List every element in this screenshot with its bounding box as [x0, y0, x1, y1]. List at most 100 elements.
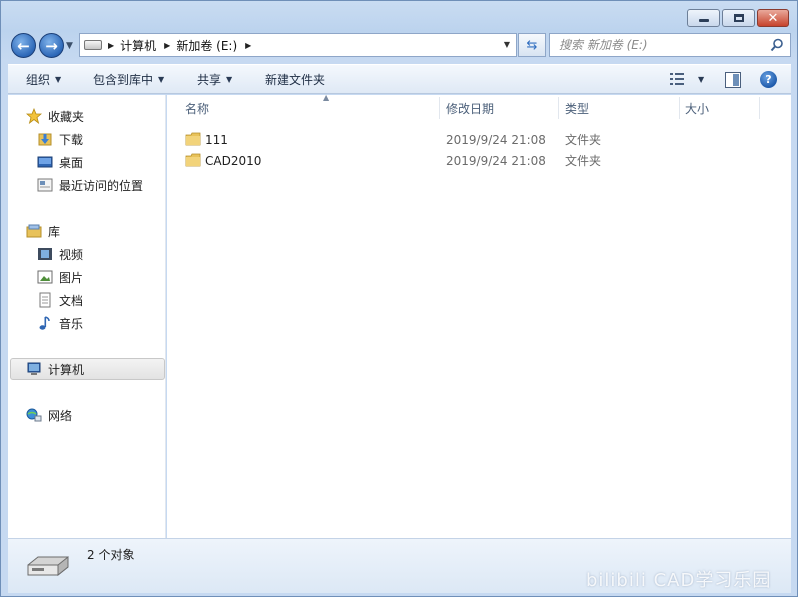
share-label: 共享 [197, 72, 222, 87]
sidebar-item-music[interactable]: 音乐 [8, 312, 166, 334]
navigation-row: ← → ▼ ▶ 计算机 ▶ 新加卷 (E:) ▶ ▼ ⇆ [9, 31, 791, 59]
search-input[interactable] [559, 38, 759, 52]
change-view-button[interactable]: ▼ [670, 73, 704, 85]
music-icon [37, 315, 53, 331]
recent-pages-dropdown[interactable]: ▼ [66, 41, 73, 51]
sidebar-libraries[interactable]: 库 [8, 220, 166, 242]
file-type: 文件夹 [565, 154, 602, 168]
view-details-icon [670, 73, 684, 85]
address-history-dropdown[interactable]: ▼ [504, 40, 510, 49]
file-name: CAD2010 [205, 153, 262, 168]
sidebar-network-label: 网络 [48, 408, 73, 423]
sidebar-item-label: 视频 [59, 247, 84, 262]
preview-pane-icon [725, 72, 741, 88]
close-button[interactable]: ✕ [757, 9, 789, 27]
chevron-down-icon: ▼ [55, 74, 62, 84]
search-icon[interactable] [770, 38, 784, 52]
sidebar-item-label: 下载 [59, 132, 84, 147]
breadcrumb-drive[interactable]: 新加卷 (E:) [176, 37, 237, 54]
recent-places-icon [37, 177, 53, 193]
maximize-button[interactable] [722, 9, 755, 27]
command-bar: 组织 ▼ 包含到库中 ▼ 共享 ▼ 新建文件夹 ▼ ? [8, 64, 791, 94]
file-date: 2019/9/24 21:08 [446, 132, 546, 147]
sidebar-item-label: 文档 [59, 293, 84, 308]
sidebar-item-recent-places[interactable]: 最近访问的位置 [8, 174, 166, 196]
organize-label: 组织 [26, 72, 51, 87]
column-header-type[interactable]: 类型 [565, 95, 679, 121]
drive-icon [84, 40, 102, 50]
include-in-library-menu[interactable]: 包含到库中 ▼ [93, 64, 164, 94]
search-box [549, 33, 791, 57]
sidebar-computer[interactable]: 计算机 [8, 358, 166, 380]
column-header-size[interactable]: 大小 [685, 95, 759, 121]
drive-icon [27, 555, 69, 577]
column-header-date[interactable]: 修改日期 [446, 95, 558, 121]
video-icon [37, 246, 53, 262]
sidebar-network[interactable]: 网络 [8, 404, 166, 426]
new-folder-label: 新建文件夹 [265, 72, 326, 87]
help-button[interactable]: ? [760, 71, 777, 88]
organize-menu[interactable]: 组织 ▼ [26, 64, 61, 94]
star-icon [25, 107, 43, 125]
breadcrumb-separator-icon[interactable]: ▶ [245, 41, 251, 50]
column-divider[interactable] [759, 97, 760, 119]
file-row[interactable]: CAD2010 2019/9/24 21:08 文件夹 [167, 150, 791, 171]
computer-icon [26, 361, 42, 377]
file-date: 2019/9/24 21:08 [446, 153, 546, 168]
sidebar-item-downloads[interactable]: 下载 [8, 128, 166, 150]
explorer-window: ✕ ← → ▼ ▶ 计算机 ▶ 新加卷 (E:) ▶ ▼ ⇆ 组织 ▼ [0, 0, 798, 597]
sidebar-item-documents[interactable]: 文档 [8, 289, 166, 311]
refresh-button[interactable]: ⇆ [518, 33, 546, 57]
sidebar-favorites-label: 收藏夹 [48, 109, 85, 124]
caption-buttons: ✕ [687, 9, 789, 27]
close-icon: ✕ [767, 10, 779, 26]
chevron-down-icon: ▼ [158, 74, 165, 84]
help-icon: ? [765, 73, 772, 86]
breadcrumb-separator-icon[interactable]: ▶ [164, 41, 170, 50]
sidebar-computer-label: 计算机 [48, 362, 85, 377]
column-header-name[interactable]: 名称 ▲ [185, 93, 439, 121]
new-folder-button[interactable]: 新建文件夹 [265, 64, 325, 94]
desktop-icon [37, 154, 53, 170]
include-in-library-label: 包含到库中 [93, 72, 154, 87]
sidebar-favorites[interactable]: 收藏夹 [8, 105, 166, 127]
share-menu[interactable]: 共享 ▼ [197, 64, 232, 94]
back-arrow-icon: ← [17, 36, 30, 55]
refresh-icon: ⇆ [526, 37, 538, 53]
watermark: bilibili CAD学习乐园 [586, 570, 772, 591]
minimize-icon [698, 19, 709, 22]
minimize-button[interactable] [687, 9, 720, 27]
preview-pane-button[interactable] [725, 72, 741, 91]
sidebar-item-pictures[interactable]: 图片 [8, 266, 166, 288]
file-name: 111 [205, 132, 228, 147]
address-bar[interactable]: ▶ 计算机 ▶ 新加卷 (E:) ▶ ▼ [79, 33, 517, 57]
column-header-label: 名称 [185, 101, 210, 116]
forward-button[interactable]: → [39, 33, 64, 58]
sidebar-item-videos[interactable]: 视频 [8, 243, 166, 265]
downloads-icon [37, 131, 53, 147]
column-header-label: 大小 [685, 101, 710, 116]
sidebar-libraries-label: 库 [48, 224, 61, 239]
status-item-count: 2 个对象 [87, 548, 135, 562]
forward-arrow-icon: → [45, 36, 58, 55]
folder-icon [185, 132, 201, 146]
folder-icon [185, 153, 201, 167]
sidebar-item-label: 图片 [59, 270, 84, 285]
sidebar-item-label: 桌面 [59, 155, 84, 170]
breadcrumb-computer[interactable]: 计算机 [120, 37, 156, 54]
library-icon [26, 223, 42, 239]
file-list-pane: 名称 ▲ 修改日期 类型 大小 111 2019/9/24 21:08 文件夹 [167, 93, 791, 538]
sidebar-item-label: 最近访问的位置 [59, 178, 144, 193]
breadcrumb-separator-icon[interactable]: ▶ [108, 41, 114, 50]
sidebar-item-desktop[interactable]: 桌面 [8, 151, 166, 173]
chevron-down-icon: ▼ [226, 74, 233, 84]
back-button[interactable]: ← [11, 33, 36, 58]
chevron-down-icon: ▼ [698, 74, 705, 84]
column-header-label: 修改日期 [446, 101, 495, 116]
maximize-icon [733, 14, 744, 22]
column-divider[interactable] [439, 97, 440, 119]
column-divider[interactable] [679, 97, 680, 119]
sort-ascending-icon: ▲ [323, 93, 330, 102]
column-divider[interactable] [558, 97, 559, 119]
file-row[interactable]: 111 2019/9/24 21:08 文件夹 [167, 129, 791, 150]
